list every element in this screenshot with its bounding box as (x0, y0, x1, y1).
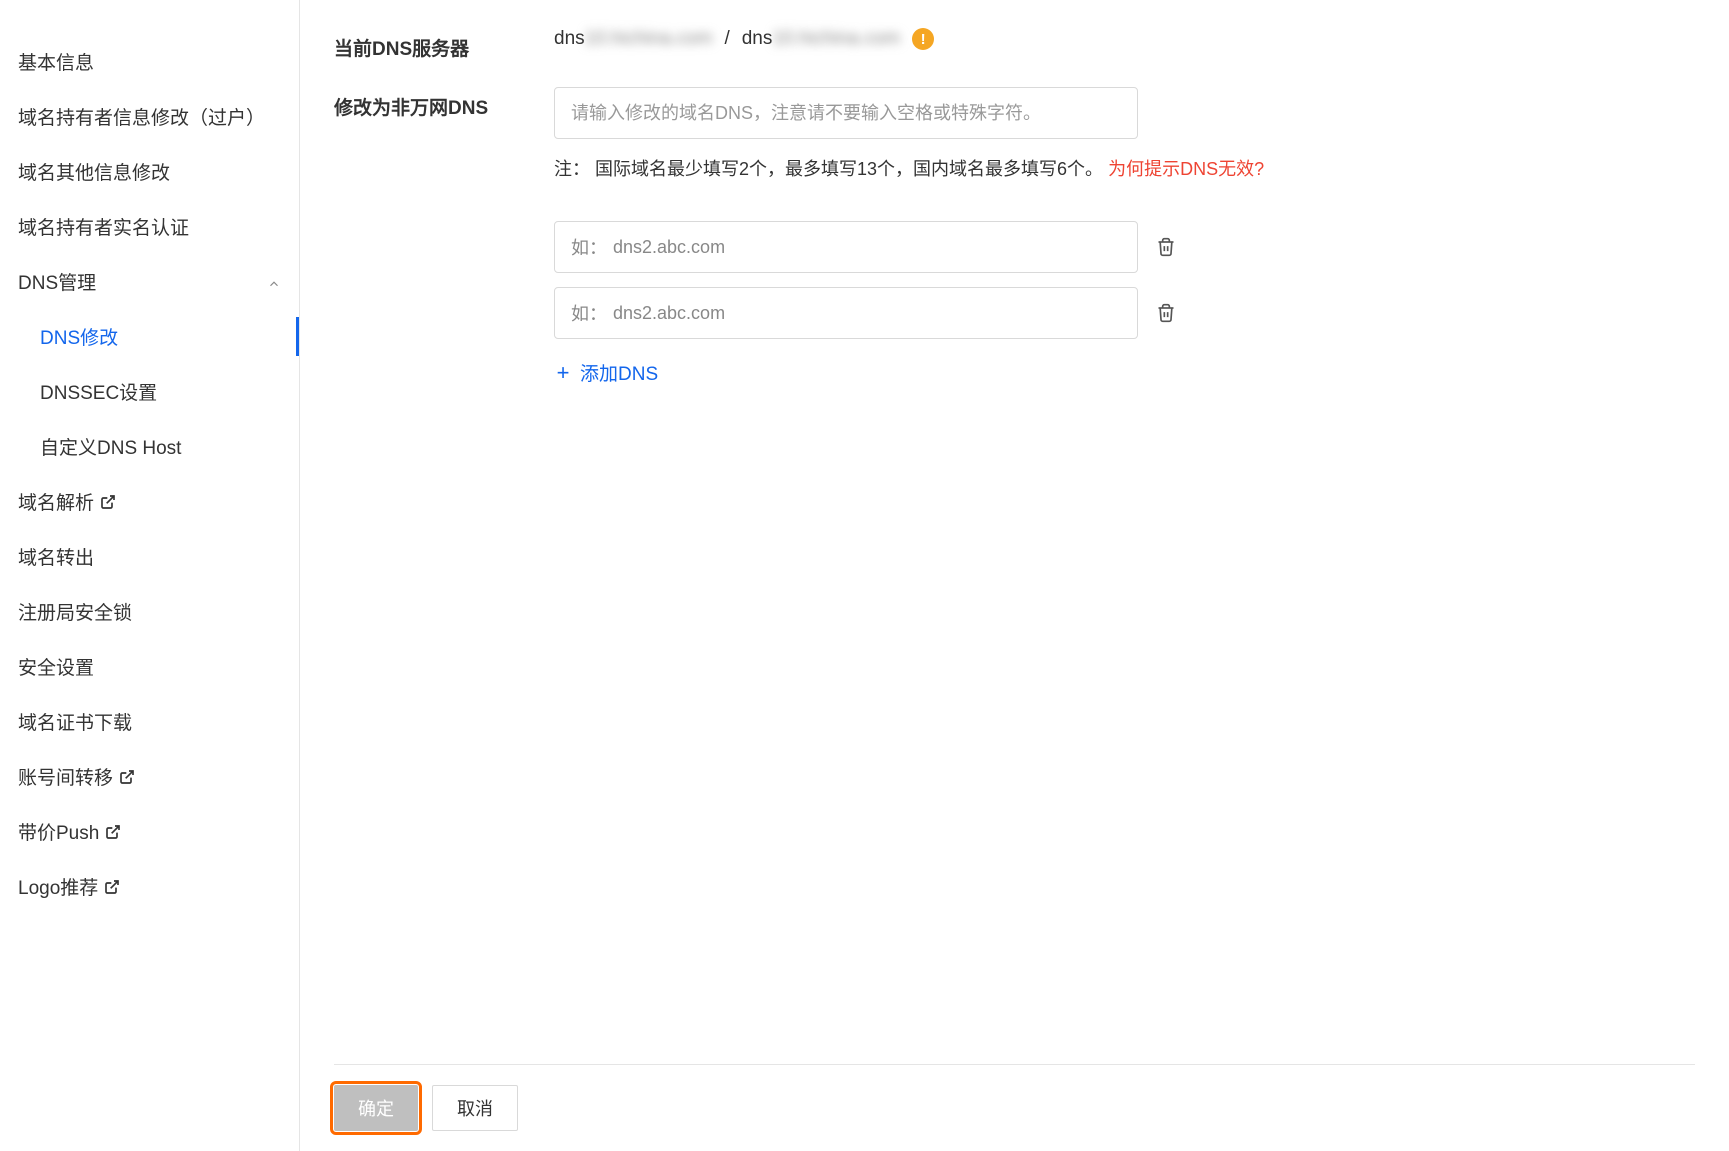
sidebar-item-security-settings[interactable]: 安全设置 (0, 639, 299, 694)
sidebar-item-label: 基本信息 (18, 48, 94, 75)
current-dns-value-1: dns10.hichina.com (554, 28, 712, 50)
sidebar-item-label: 账号间转移 (18, 763, 113, 790)
trash-icon[interactable] (1156, 302, 1176, 324)
warning-icon: ! (912, 28, 934, 50)
current-dns-row: 当前DNS服务器 dns10.hichina.com / dns10.hichi… (334, 28, 1695, 61)
sidebar-item-label: 域名持有者实名认证 (18, 213, 189, 240)
sidebar-item-basic-info[interactable]: 基本信息 (0, 34, 299, 89)
sidebar-item-label: 安全设置 (18, 653, 94, 680)
modify-dns-row: 修改为非万网DNS 注： 国际域名最少填写2个，最多填写13个，国内域名最多填写… (334, 87, 1695, 386)
plus-icon: + (554, 364, 572, 382)
sidebar-item-other-modify[interactable]: 域名其他信息修改 (0, 144, 299, 199)
external-link-icon (100, 494, 116, 510)
sidebar-item-price-push[interactable]: 带价Push (0, 804, 299, 859)
sidebar-subitem-dns-modify[interactable]: DNS修改 (0, 309, 299, 364)
external-link-icon (105, 824, 121, 840)
cancel-button[interactable]: 取消 (432, 1085, 518, 1131)
sidebar-item-label: 带价Push (18, 818, 99, 845)
add-dns-label: 添加DNS (580, 359, 658, 386)
trash-icon[interactable] (1156, 236, 1176, 258)
sidebar-item-label: DNS管理 (18, 268, 96, 295)
external-link-icon (104, 879, 120, 895)
sidebar-item-label: Logo推荐 (18, 873, 98, 900)
sidebar-item-label: 域名证书下载 (18, 708, 132, 735)
sidebar-item-cert-download[interactable]: 域名证书下载 (0, 694, 299, 749)
external-link-icon (119, 769, 135, 785)
confirm-button[interactable]: 确定 (334, 1085, 418, 1131)
chevron-up-icon (267, 275, 281, 289)
dns-input-row-1: 如： dns2.abc.com (554, 221, 1695, 273)
sidebar-subitem-dnssec[interactable]: DNSSEC设置 (0, 364, 299, 419)
sidebar-item-label: 自定义DNS Host (40, 438, 181, 459)
sidebar-item-label: 域名解析 (18, 488, 94, 515)
sidebar-item-dns-manage[interactable]: DNS管理 (0, 254, 299, 309)
sidebar-item-label: 域名转出 (18, 543, 94, 570)
sidebar-subitem-custom-dns-host[interactable]: 自定义DNS Host (0, 419, 299, 474)
dns-separator: / (724, 28, 729, 50)
current-dns-value-2: dns10.hichina.com (742, 28, 900, 50)
sidebar-item-label: DNS修改 (40, 328, 118, 349)
footer-actions: 确定 取消 (334, 1064, 1695, 1151)
sidebar-item-label: DNSSEC设置 (40, 383, 157, 404)
current-dns-label: 当前DNS服务器 (334, 28, 554, 61)
sidebar-item-logo-recommend[interactable]: Logo推荐 (0, 859, 299, 914)
why-dns-invalid-link[interactable]: 为何提示DNS无效? (1108, 159, 1264, 179)
main-content: 当前DNS服务器 dns10.hichina.com / dns10.hichi… (300, 0, 1729, 1151)
dns-hint: 注： 国际域名最少填写2个，最多填写13个，国内域名最多填写6个。 为何提示DN… (554, 155, 1695, 181)
dns-input-row-2: 如： dns2.abc.com (554, 287, 1695, 339)
sidebar: 基本信息 域名持有者信息修改（过户） 域名其他信息修改 域名持有者实名认证 DN… (0, 0, 300, 1151)
dns-input-2[interactable]: 如： dns2.abc.com (554, 287, 1138, 339)
sidebar-item-domain-resolve[interactable]: 域名解析 (0, 474, 299, 529)
dns-input-1[interactable]: 如： dns2.abc.com (554, 221, 1138, 273)
sidebar-item-domain-transfer-out[interactable]: 域名转出 (0, 529, 299, 584)
sidebar-item-label: 域名其他信息修改 (18, 158, 170, 185)
sidebar-item-registry-lock[interactable]: 注册局安全锁 (0, 584, 299, 639)
sidebar-item-label: 注册局安全锁 (18, 598, 132, 625)
sidebar-item-label: 域名持有者信息修改（过户） (18, 103, 265, 130)
modify-dns-label: 修改为非万网DNS (334, 87, 554, 120)
sidebar-item-realname-auth[interactable]: 域名持有者实名认证 (0, 199, 299, 254)
sidebar-item-account-transfer[interactable]: 账号间转移 (0, 749, 299, 804)
sidebar-item-owner-modify[interactable]: 域名持有者信息修改（过户） (0, 89, 299, 144)
dns-main-input[interactable] (554, 87, 1138, 139)
add-dns-button[interactable]: + 添加DNS (554, 359, 658, 386)
